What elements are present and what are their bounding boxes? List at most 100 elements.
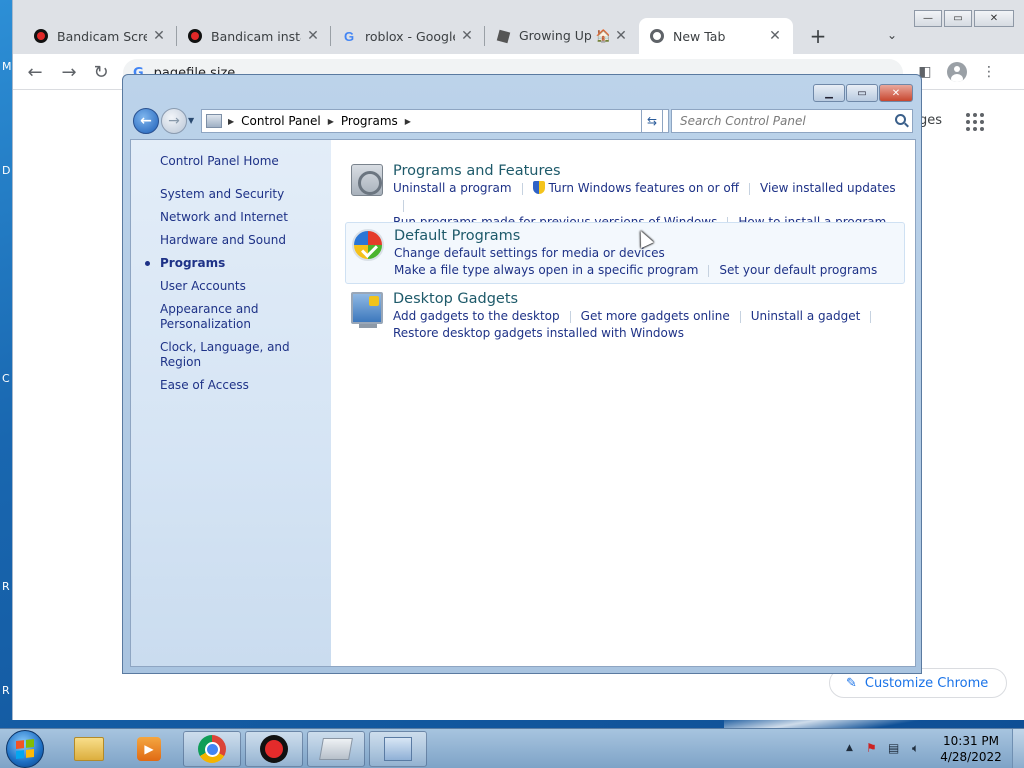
apps-grid-icon[interactable]: [966, 113, 984, 131]
breadcrumb-programs[interactable]: Programs: [341, 114, 398, 128]
start-button[interactable]: [6, 730, 44, 768]
category-title[interactable]: Desktop Gadgets: [393, 290, 905, 308]
close-button[interactable]: ✕: [974, 10, 1014, 27]
search-box: [671, 109, 913, 133]
tab-bandicam-install[interactable]: Bandicam installa ✕: [177, 18, 331, 54]
address-bar[interactable]: ▶ Control Panel ▶ Programs ▶ ▼: [201, 109, 669, 133]
cp-sidebar: Control Panel Home System and Security N…: [131, 140, 331, 666]
category-desktop-gadgets: Desktop Gadgets Add gadgets to the deskt…: [345, 286, 905, 346]
shield-icon: [532, 181, 545, 194]
tab-strip: Bandicam Screen ✕ Bandicam installa ✕ G …: [23, 18, 793, 54]
bandicam-icon: [187, 28, 203, 44]
chrome-icon: [649, 28, 665, 44]
uninstall-program-link[interactable]: Uninstall a program: [393, 180, 512, 197]
view-updates-link[interactable]: View installed updates: [760, 180, 896, 197]
restore-gadgets-link[interactable]: Restore desktop gadgets installed with W…: [393, 325, 684, 342]
sidebar-item-programs[interactable]: Programs: [145, 256, 325, 271]
volume-icon[interactable]: 🔈︎: [912, 741, 919, 756]
desktop-icon-label[interactable]: M: [2, 60, 12, 73]
minimize-button[interactable]: —: [914, 10, 942, 27]
tab-title: New Tab: [673, 28, 726, 44]
cp-body: Control Panel Home System and Security N…: [130, 139, 916, 667]
tray-expand-icon[interactable]: ▲: [846, 743, 853, 753]
sidebar-item-clock-language[interactable]: Clock, Language, and Region: [160, 340, 325, 370]
uninstall-gadget-link[interactable]: Uninstall a gadget: [751, 308, 861, 325]
chrome-titlebar: Bandicam Screen ✕ Bandicam installa ✕ G …: [13, 0, 1024, 54]
menu-kebab-icon[interactable]: ⋮: [979, 62, 999, 82]
tab-bandicam-screen[interactable]: Bandicam Screen ✕: [23, 18, 177, 54]
close-icon[interactable]: ✕: [459, 28, 475, 44]
programs-features-icon[interactable]: [351, 164, 383, 196]
taskbar-control-panel[interactable]: [369, 731, 427, 767]
desktop-gadgets-icon[interactable]: [351, 292, 383, 328]
tab-new-tab[interactable]: New Tab ✕: [639, 18, 793, 54]
close-icon[interactable]: ✕: [305, 28, 321, 44]
show-desktop-button[interactable]: [1012, 729, 1024, 768]
desktop-icon-label[interactable]: R: [2, 684, 10, 697]
close-icon[interactable]: ✕: [151, 28, 167, 44]
maximize-button[interactable]: ▭: [944, 10, 972, 27]
clock[interactable]: 10:31 PM 4/28/2022: [938, 733, 1004, 765]
close-icon[interactable]: ✕: [613, 28, 629, 44]
taskbar-media-player[interactable]: ▶: [120, 731, 178, 767]
desktop-icon-label[interactable]: D: [2, 164, 10, 177]
sidebar-item-appearance[interactable]: Appearance and Personalization: [160, 302, 325, 332]
forward-arrow-icon[interactable]: →: [57, 60, 81, 84]
taskbar-explorer[interactable]: [60, 731, 118, 767]
recent-pages-chevron-icon[interactable]: ▼: [188, 116, 194, 125]
network-icon[interactable]: ▤: [888, 741, 899, 755]
window-icon: [319, 738, 353, 760]
forward-button[interactable]: →: [161, 108, 187, 134]
more-gadgets-link[interactable]: Get more gadgets online: [581, 308, 730, 325]
images-link[interactable]: ges: [919, 113, 942, 128]
minimize-button[interactable]: ▁: [813, 84, 845, 102]
action-center-flag-icon[interactable]: ⚑: [866, 741, 877, 755]
bandicam-icon: [33, 28, 49, 44]
media-player-icon: ▶: [137, 737, 161, 761]
sidebar-item-system-security[interactable]: System and Security: [160, 187, 325, 202]
windows-features-link[interactable]: Turn Windows features on or off: [549, 180, 740, 197]
add-gadgets-link[interactable]: Add gadgets to the desktop: [393, 308, 560, 325]
sidebar-home-link[interactable]: Control Panel Home: [160, 154, 279, 168]
breadcrumb-control-panel[interactable]: Control Panel: [241, 114, 321, 128]
maximize-button[interactable]: ▭: [846, 84, 878, 102]
close-icon[interactable]: ✕: [767, 28, 783, 44]
back-arrow-icon[interactable]: ←: [23, 60, 47, 84]
tab-growing-up[interactable]: Growing Up 🏠 Eg ✕: [485, 18, 639, 54]
reload-icon[interactable]: ↻: [89, 60, 113, 84]
chevron-right-icon[interactable]: ▶: [405, 117, 411, 126]
tab-roblox-google[interactable]: G roblox - Google S ✕: [331, 18, 485, 54]
sidebar-item-network-internet[interactable]: Network and Internet: [160, 210, 325, 225]
category-title[interactable]: Programs and Features: [393, 162, 905, 180]
sidebar-item-user-accounts[interactable]: User Accounts: [160, 279, 325, 294]
media-defaults-link[interactable]: Change default settings for media or dev…: [394, 245, 665, 262]
taskbar-bandicam[interactable]: [245, 731, 303, 767]
category-links: Change default settings for media or dev…: [394, 245, 904, 279]
tab-title: Growing Up 🏠 Eg: [519, 28, 609, 43]
profile-icon[interactable]: [947, 62, 967, 82]
search-input[interactable]: [680, 114, 880, 128]
google-icon: G: [343, 28, 355, 44]
refresh-icon[interactable]: ⇆: [641, 109, 663, 133]
search-icon[interactable]: [895, 114, 906, 125]
chevron-right-icon[interactable]: ▶: [328, 117, 334, 126]
back-button[interactable]: ←: [133, 108, 159, 134]
tab-search-button[interactable]: ⌄: [887, 28, 897, 42]
control-panel-icon: [206, 114, 222, 128]
taskbar-window[interactable]: [307, 731, 365, 767]
set-defaults-link[interactable]: Set your default programs: [719, 262, 877, 279]
desktop-icon-label[interactable]: C: [2, 372, 10, 385]
chrome-icon: [198, 735, 226, 763]
clock-date: 4/28/2022: [940, 750, 1002, 764]
taskbar-chrome[interactable]: [183, 731, 241, 767]
file-type-link[interactable]: Make a file type always open in a specif…: [394, 262, 698, 279]
default-programs-icon[interactable]: [352, 229, 384, 261]
sidebar-item-ease-of-access[interactable]: Ease of Access: [160, 378, 325, 393]
clock-time: 10:31 PM: [943, 734, 999, 748]
cp-navbar: ← → ▼ ▶ Control Panel ▶ Programs ▶ ▼ ⇆: [131, 107, 915, 137]
new-tab-button[interactable]: +: [808, 26, 828, 46]
chevron-right-icon[interactable]: ▶: [228, 117, 234, 126]
close-button[interactable]: ✕: [879, 84, 913, 102]
desktop-icon-label[interactable]: R: [2, 580, 10, 593]
sidebar-item-hardware-sound[interactable]: Hardware and Sound: [160, 233, 325, 248]
